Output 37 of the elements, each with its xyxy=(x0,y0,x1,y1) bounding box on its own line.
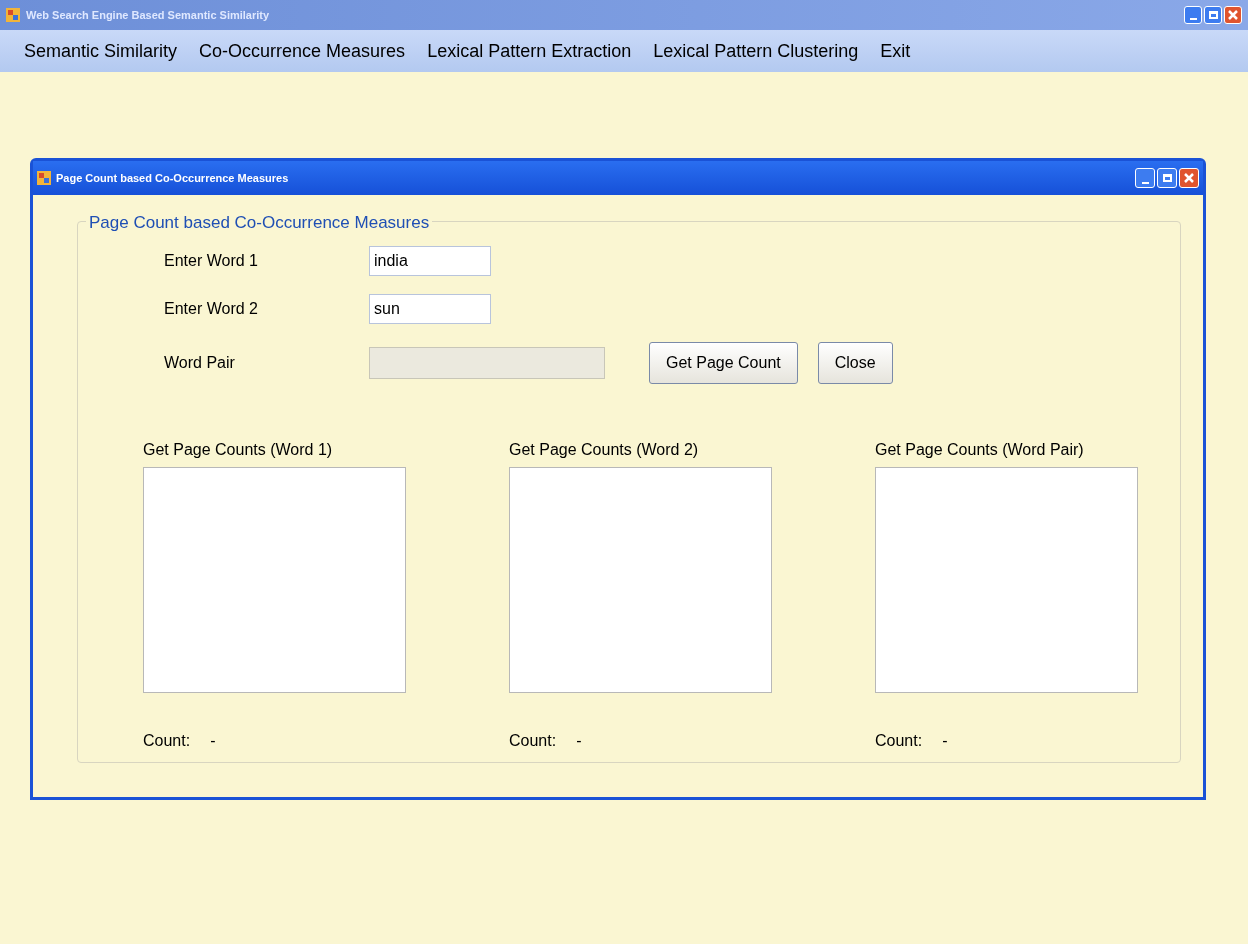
count-value: - xyxy=(576,731,582,751)
minimize-button[interactable] xyxy=(1184,6,1202,24)
menu-item[interactable]: Lexical Pattern Clustering xyxy=(653,37,859,65)
close-button[interactable] xyxy=(1179,168,1199,188)
field-label: Word Pair xyxy=(164,353,236,373)
maximize-icon xyxy=(1208,11,1218,19)
close-icon xyxy=(1228,10,1238,20)
maximize-button[interactable] xyxy=(1204,6,1222,24)
menu-item[interactable]: Lexical Pattern Extraction xyxy=(427,37,632,65)
dialog-button[interactable]: Close xyxy=(817,342,893,384)
text-field[interactable]: sun xyxy=(369,294,491,324)
dialog-button[interactable]: Get Page Count xyxy=(649,342,798,384)
close-button[interactable] xyxy=(1224,6,1242,24)
maximize-button[interactable] xyxy=(1157,168,1177,188)
menu-item[interactable]: Exit xyxy=(880,37,911,65)
count-label: Count: xyxy=(143,731,191,751)
list-title: Get Page Counts (Word 2) xyxy=(509,440,700,460)
count-label: Count: xyxy=(875,731,923,751)
list-title: Get Page Counts (Word Pair) xyxy=(875,440,1085,460)
maximize-icon xyxy=(1162,174,1172,182)
app-icon xyxy=(6,8,20,22)
minimize-icon xyxy=(1189,18,1197,20)
minimize-button[interactable] xyxy=(1135,168,1155,188)
text-field[interactable]: india xyxy=(369,246,491,276)
close-icon xyxy=(1184,173,1194,183)
field-label: Enter Word 2 xyxy=(164,299,259,319)
count-value: - xyxy=(942,731,948,751)
window-title: Web Search Engine Based Semantic Similarity xyxy=(26,7,271,23)
child-window-title: Page Count based Co-Occurrence Measures xyxy=(56,170,290,186)
menu-item[interactable]: Co-Occurrence Measures xyxy=(199,37,406,65)
minimize-icon xyxy=(1141,182,1149,184)
field-label: Enter Word 1 xyxy=(164,251,259,271)
app-icon xyxy=(37,171,51,185)
count-value: - xyxy=(210,731,216,751)
list-title: Get Page Counts (Word 1) xyxy=(143,440,334,460)
menu-item[interactable]: Semantic Similarity xyxy=(24,37,178,65)
count-label: Count: xyxy=(509,731,557,751)
